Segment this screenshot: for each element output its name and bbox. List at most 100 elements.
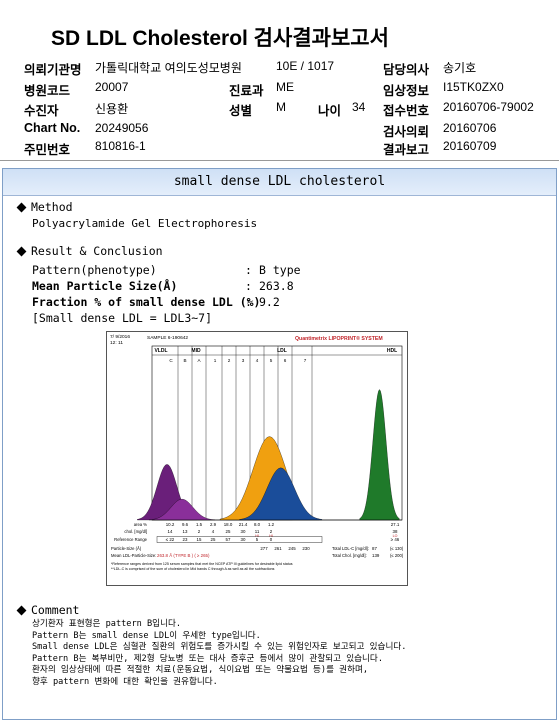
size-value: 245 (288, 546, 296, 551)
peak-hdl (359, 389, 400, 521)
band-label: 1 (214, 358, 217, 363)
total-ldl-ref: (≤ 130) (390, 546, 404, 551)
total-chol-value: 139 (372, 553, 380, 558)
method-heading: Method (16, 200, 73, 214)
area-value: 21.4 (239, 522, 248, 527)
result-colon: : (245, 295, 252, 309)
result-value: B type (259, 263, 301, 277)
comment-line: Pattern B는 복부비만, 제2형 당뇨병 또는 대사 증후군 등에서 많… (32, 653, 384, 664)
header-value: ME (276, 80, 294, 94)
diamond-bullet-icon (16, 605, 27, 616)
header-field: Chart No. (24, 121, 81, 135)
footnote: *Reference ranges derived from 125 serum… (111, 562, 293, 566)
size-value: 230 (302, 546, 310, 551)
header-field: 수진자 (24, 104, 59, 118)
row-label: area % (134, 522, 148, 527)
area-value: 1.5 (196, 522, 203, 527)
diamond-bullet-icon (16, 202, 27, 213)
header-field: 임상정보 (383, 84, 430, 98)
zone-label: VLDL (154, 348, 167, 354)
header-value: I15TK0ZX0 (443, 80, 504, 94)
row-label: Reference Range (114, 537, 147, 542)
header-field: 나이 (318, 104, 342, 118)
area-value: 27.1 (391, 522, 400, 527)
result-colon: : (245, 263, 252, 277)
result-colon: : (245, 279, 252, 293)
header-value: 신용환 (95, 102, 129, 116)
method-text: Polyacrylamide Gel Electrophoresis (32, 217, 258, 230)
total-chol-label: Total Chol. [mg/dl]: (332, 553, 367, 558)
range-value: 25 (211, 537, 216, 542)
header-value: M (276, 100, 286, 114)
area-value: 9.6 (182, 522, 189, 527)
band-label: A (197, 358, 201, 363)
range-value: 23 (183, 537, 188, 542)
band-label: 3 (242, 358, 245, 363)
band-label: 6 (284, 358, 287, 363)
comment-line: 향후 pattern 변화에 대한 확인을 권유합니다. (32, 676, 218, 687)
range-value: 30 (241, 537, 246, 542)
header-value: 20160706 (443, 121, 497, 135)
header-value: 20007 (95, 80, 129, 94)
chol-value: 30 (241, 529, 246, 534)
header-field: 진료과 (229, 84, 264, 98)
comment-line: Pattern B는 small dense LDL이 우세한 type입니다. (32, 630, 261, 641)
footnote: **LDL-C is comprised of the sum of chole… (111, 567, 275, 571)
comment-heading: Comment (16, 603, 79, 617)
size-value: 261 (274, 546, 282, 551)
comment-text: 상기환자 표현형은 pattern B입니다. Pattern B는 small… (32, 619, 406, 688)
result-label: Mean Particle Size(Å) (32, 279, 178, 293)
area-value: 2.9 (210, 522, 217, 527)
header-value: 34 (352, 100, 366, 114)
row-label: chol. [mg/dl] (124, 529, 147, 534)
range-value: 57 (226, 537, 231, 542)
result-value: 9.2 (259, 295, 280, 309)
header-value: 810816-1 (95, 139, 146, 153)
chol-value: 4 (212, 529, 215, 534)
header-value: 10E / 1017 (276, 59, 335, 73)
total-ldl-value: 87 (372, 546, 377, 551)
size-label: Particle-Size (Å) (111, 546, 142, 551)
zone-label: LDL (277, 348, 287, 354)
area-value: 1.2 (268, 522, 275, 527)
header-value: 가톨릭대학교 여의도성모병원 (95, 61, 242, 75)
section-banner: small dense LDL cholesterol (3, 169, 556, 196)
header-value: 20160709 (443, 139, 497, 153)
band-label: B (183, 358, 186, 363)
mean-value: 263.8 Å (TYPE B ) ( ≥ 265) (157, 553, 210, 558)
header-value: 20160706-79002 (443, 100, 534, 114)
header-field: 담당의사 (383, 63, 430, 77)
chol-value: 25 (226, 529, 231, 534)
chol-value: 13 (183, 529, 188, 534)
header-field: 성별 (229, 104, 253, 118)
comment-line: 환자의 임상상태에 따른 적절한 치료(운동요법, 식이요법 또는 약물요법 등… (32, 665, 369, 675)
total-ldl-label: Total LDL-C [mg/dl]: (332, 546, 369, 551)
range-value: ≥ 46 (391, 537, 400, 542)
area-value: 10.2 (166, 522, 175, 527)
area-value: 8.0 (254, 522, 261, 527)
comment-line: 상기환자 표현형은 pattern B입니다. (32, 619, 182, 629)
header-field: 검사의뢰 (383, 125, 430, 139)
header-field: 접수번호 (383, 104, 430, 118)
band-label: 5 (270, 358, 273, 363)
report-title: SD LDL Cholesterol 검사결과보고서 (51, 27, 389, 50)
divider (0, 160, 559, 161)
result-label: Pattern(phenotype) (32, 263, 157, 277)
header-field: 병원코드 (24, 84, 71, 98)
zone-label: HDL (387, 348, 397, 354)
lipoprint-chart: 7/ 9/2016 12: 11 SAMPLE 6-190642 Quantim… (106, 331, 408, 586)
mean-label: Mean LDL-Particle-Size: (111, 553, 156, 558)
header-field: 결과보고 (383, 143, 430, 157)
chol-value: 2 (198, 529, 201, 534)
header-value: 송기호 (443, 61, 477, 75)
chart-svg: VLDL MID LDL HDLC B A 1 2 3 4 5 6 7area %chol. [mg/d… (111, 345, 404, 571)
total-chol-ref: (≤ 200) (390, 553, 404, 558)
band-label: 7 (304, 358, 307, 363)
header-field: 주민번호 (24, 143, 71, 157)
area-value: 18.0 (224, 522, 233, 527)
size-value: 277 (260, 546, 268, 551)
chol-value: 14 (168, 529, 173, 534)
band-label: 2 (228, 358, 231, 363)
result-heading: Result & Conclusion (16, 244, 163, 258)
result-note: [Small dense LDL = LDL3~7] (32, 311, 213, 325)
